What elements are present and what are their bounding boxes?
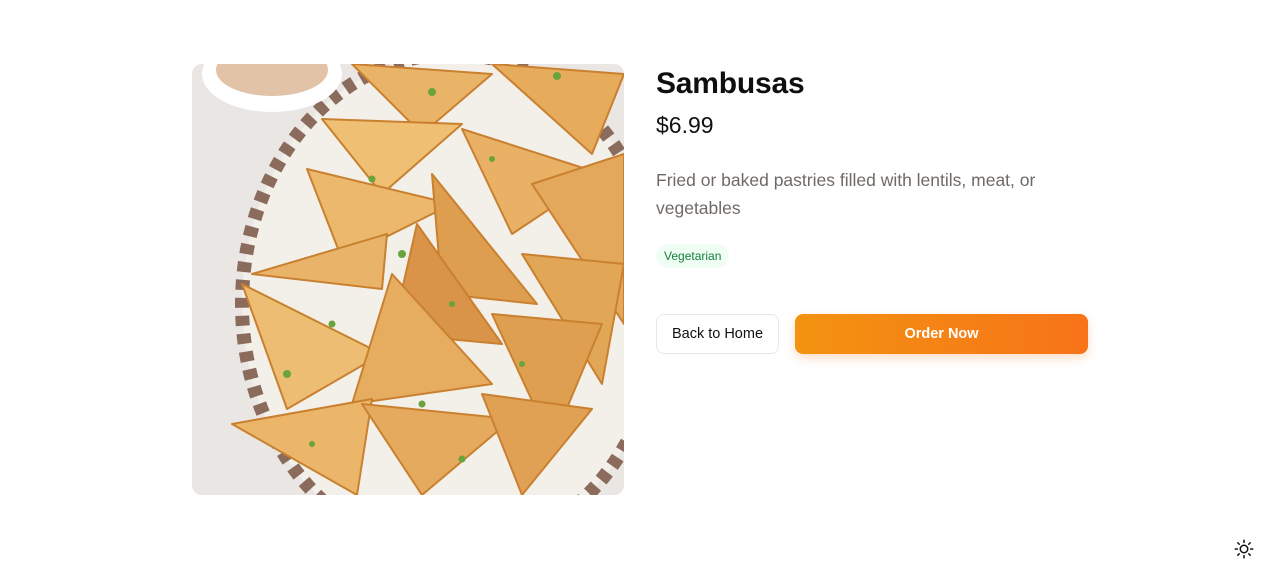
product-price: $6.99 [656, 112, 714, 138]
product-title: Sambusas [656, 67, 805, 100]
product-detail-page: Sambusas $6.99 Fried or baked pastries f… [0, 0, 1280, 584]
product-image [192, 64, 624, 495]
action-buttons: Back to Home Order Now [656, 314, 1088, 354]
product-description: Fried or baked pastries filled with lent… [656, 170, 1036, 218]
dietary-tag: Vegetarian [656, 244, 730, 268]
product-details: Sambusas $6.99 Fried or baked pastries f… [656, 64, 1088, 354]
sun-icon [1234, 539, 1254, 559]
back-to-home-button[interactable]: Back to Home [656, 314, 779, 354]
theme-toggle-button[interactable] [1232, 537, 1256, 561]
order-now-button[interactable]: Order Now [795, 314, 1088, 354]
